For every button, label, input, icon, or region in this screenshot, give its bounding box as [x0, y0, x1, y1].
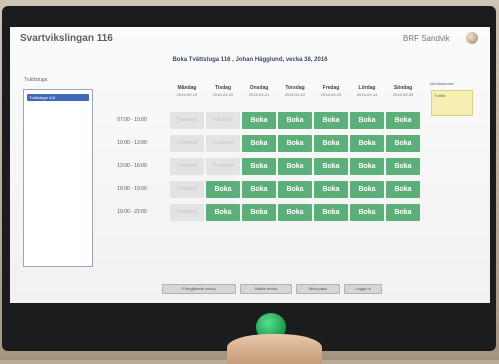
passed-slot: Passerat: [170, 181, 204, 198]
time-slot-label: 13:00 - 16:00: [117, 163, 147, 169]
book-slot-button[interactable]: Boka: [350, 204, 384, 221]
laundry-room-list[interactable]: Tvättstuga 116: [23, 89, 93, 267]
day-date: 2016-09-25: [392, 92, 414, 97]
book-slot-button[interactable]: Boka: [350, 181, 384, 198]
day-header: Söndag 2016-09-25: [386, 85, 420, 97]
day-date: 2016-09-23: [320, 92, 342, 97]
passed-slot: Passerat: [206, 112, 240, 129]
day-header: Lördag 2016-09-24: [350, 85, 384, 97]
time-slot-label: 19:00 - 22:00: [117, 209, 147, 215]
booking-header: Boka Tvättstuga 116 , Johan Hägglund, ve…: [172, 57, 328, 63]
book-slot-button[interactable]: Boka: [350, 112, 384, 129]
passed-slot: Passerat: [206, 158, 240, 175]
day-name: Tisdag: [214, 85, 232, 91]
brand-name: BRF Sandvik: [403, 34, 450, 43]
book-slot-button[interactable]: Boka: [278, 204, 312, 221]
bottom-nav-button[interactable]: Logga ut: [344, 284, 382, 294]
day-name: Söndag: [393, 85, 413, 91]
bottom-nav-button[interactable]: Nästa vecka: [240, 284, 292, 294]
book-slot-button[interactable]: Boka: [278, 181, 312, 198]
day-date: 2016-09-22: [284, 92, 306, 97]
book-slot-button[interactable]: Boka: [278, 158, 312, 175]
day-header: Onsdag 2016-09-21: [242, 85, 276, 97]
messages-label: Meddelanden: [430, 81, 455, 86]
passed-slot: Passerat: [206, 135, 240, 152]
book-slot-button[interactable]: Boka: [278, 112, 312, 129]
passed-slot: Passerat: [170, 112, 204, 129]
book-slot-button[interactable]: Boka: [278, 135, 312, 152]
book-slot-button[interactable]: Boka: [386, 204, 420, 221]
book-slot-button[interactable]: Boka: [386, 135, 420, 152]
book-slot-button[interactable]: Boka: [242, 112, 276, 129]
book-slot-button[interactable]: Boka: [314, 181, 348, 198]
book-slot-button[interactable]: Boka: [242, 158, 276, 175]
book-slot-button[interactable]: Boka: [386, 112, 420, 129]
day-header: Torsdag 2016-09-22: [278, 85, 312, 97]
day-header: Måndag 2016-09-19: [170, 85, 204, 97]
day-header: Fredag 2016-09-23: [314, 85, 348, 97]
passed-slot: Passerat: [170, 158, 204, 175]
book-slot-button[interactable]: Boka: [350, 158, 384, 175]
day-date: 2016-09-20: [212, 92, 234, 97]
logo-icon: [466, 32, 478, 44]
day-date: 2016-09-21: [248, 92, 270, 97]
left-panel-label: Tvättstuga: [24, 77, 48, 83]
day-name: Lördag: [358, 85, 376, 91]
time-slot-label: 07:00 - 10:00: [117, 117, 147, 123]
book-slot-button[interactable]: Boka: [314, 158, 348, 175]
passed-slot: Passerat: [170, 135, 204, 152]
book-slot-button[interactable]: Boka: [242, 204, 276, 221]
passed-slot: Passerat: [170, 204, 204, 221]
day-date: 2016-09-19: [176, 92, 198, 97]
laundry-room-selected[interactable]: Tvättstuga 116: [27, 94, 89, 101]
day-name: Måndag: [177, 85, 197, 91]
book-slot-button[interactable]: Boka: [242, 135, 276, 152]
book-slot-button[interactable]: Boka: [206, 181, 240, 198]
book-slot-button[interactable]: Boka: [242, 181, 276, 198]
bottom-nav-button[interactable]: Mina pass: [296, 284, 340, 294]
book-slot-button[interactable]: Boka: [314, 204, 348, 221]
day-date: 2016-09-24: [356, 92, 378, 97]
book-slot-button[interactable]: Boka: [386, 181, 420, 198]
book-slot-button[interactable]: Boka: [386, 158, 420, 175]
book-slot-button[interactable]: Boka: [314, 135, 348, 152]
book-slot-button[interactable]: Boka: [314, 112, 348, 129]
message-note: Tvätta: [431, 90, 473, 116]
day-name: Fredag: [322, 85, 340, 91]
day-name: Onsdag: [249, 85, 269, 91]
time-slot-label: 16:00 - 19:00: [117, 186, 147, 192]
book-slot-button[interactable]: Boka: [206, 204, 240, 221]
kiosk-screen: Svartvikslingan 116 BRF Sandvik Boka Tvä…: [10, 27, 490, 303]
book-slot-button[interactable]: Boka: [350, 135, 384, 152]
time-slot-label: 10:00 - 13:00: [117, 140, 147, 146]
app-title: Svartvikslingan 116: [20, 33, 113, 44]
day-name: Torsdag: [285, 85, 305, 91]
bottom-nav-button[interactable]: Föregående vecka: [162, 284, 236, 294]
day-header: Tisdag 2016-09-20: [206, 85, 240, 97]
